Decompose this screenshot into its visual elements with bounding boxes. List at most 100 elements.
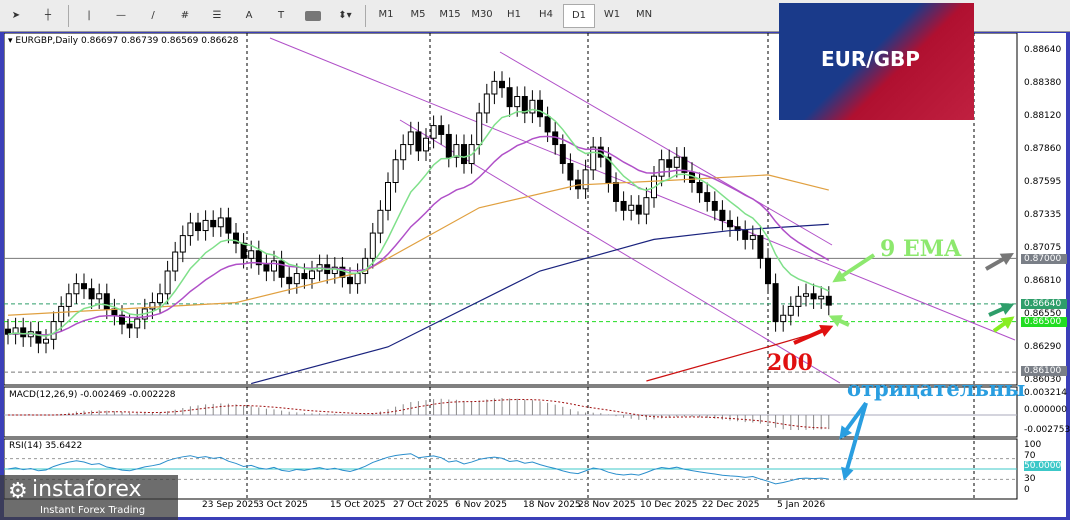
price-tick: 0.87075 (1024, 243, 1062, 253)
price-tick: 0.87860 (1024, 144, 1062, 154)
candle-body (81, 283, 87, 290)
ema21-line (7, 135, 830, 336)
timeframe-w1[interactable]: W1 (597, 4, 627, 26)
price-tag: 0.86640 (1021, 299, 1067, 309)
date-tick: 18 Nov 2025 (523, 500, 581, 510)
timeframe-m15[interactable]: M15 (435, 4, 465, 26)
cursor-icon[interactable]: ➤ (1, 5, 31, 27)
candle-body (407, 131, 414, 146)
symbol: EURGBP,Daily (15, 36, 79, 46)
candle-body (780, 314, 787, 323)
timeframe-d1[interactable]: D1 (563, 3, 595, 28)
candle-body (757, 235, 764, 259)
price-tag: 0.86100 (1021, 366, 1067, 376)
candle-body (430, 125, 437, 139)
candle-body (73, 283, 80, 295)
rsi-tick: 70 (1024, 451, 1036, 461)
candle-body (704, 192, 711, 202)
candle-body (727, 219, 733, 228)
date-tick: 28 Nov 2025 (578, 500, 636, 510)
candle-body (309, 270, 315, 280)
candle-body (544, 116, 551, 133)
timeframe-h4[interactable]: H4 (531, 4, 561, 26)
candle-body (749, 235, 756, 240)
chart-window[interactable]: ▾ EURGBP,Daily 0.86697 0.86739 0.86569 0… (4, 3, 1070, 517)
price-tick: 0.88640 (1024, 45, 1062, 55)
candle-body (354, 273, 361, 285)
candle-body (810, 293, 817, 300)
candle-body (529, 99, 536, 114)
candle-body (377, 209, 384, 234)
arrows-icon[interactable]: ⬍▾ (330, 5, 360, 27)
trendline-icon[interactable]: / (138, 5, 168, 27)
candle-body (559, 144, 566, 165)
candle-body (643, 197, 650, 215)
candle-body (202, 219, 209, 232)
rsi-tick: 50.0000 (1024, 461, 1062, 471)
chart-header: ▾ EURGBP,Daily 0.86697 0.86739 0.86569 0… (8, 36, 239, 46)
text-tool[interactable]: A (234, 5, 264, 27)
candle-body (347, 276, 353, 285)
candle-body (673, 156, 680, 168)
candle-body (590, 146, 597, 171)
rectangle-icon[interactable] (298, 5, 328, 27)
candle-body (567, 163, 574, 181)
timeframe-m30[interactable]: M30 (467, 4, 497, 26)
candle-body (742, 230, 749, 240)
crosshair-icon[interactable]: ┼ (33, 5, 63, 27)
candle-body (635, 204, 642, 215)
candle-body (240, 242, 247, 259)
vertical-line-icon[interactable]: | (74, 5, 104, 27)
ma200-arrow (793, 327, 827, 345)
macd-tick: 0.003214 (1024, 388, 1067, 398)
timeframe-m1[interactable]: M1 (371, 4, 401, 26)
price-tick: 0.86030 (1024, 375, 1062, 385)
candle-body (613, 181, 619, 202)
candle-body (483, 93, 490, 114)
candle-body (134, 318, 141, 329)
candle-body (491, 80, 498, 95)
candle-body (179, 235, 186, 253)
date-tick: 15 Oct 2025 (330, 500, 386, 510)
candle-body (20, 327, 27, 338)
candle-body (689, 171, 695, 183)
candle-body (164, 270, 171, 295)
candle-body (103, 293, 110, 310)
date-tick: 22 Dec 2025 (702, 500, 760, 510)
candle-body (271, 260, 277, 272)
fibonacci-expansion-icon[interactable]: # (170, 5, 200, 27)
candle-body (50, 321, 57, 340)
candle-body (126, 323, 133, 329)
candle-body (803, 293, 809, 297)
candle-body (658, 159, 665, 177)
rsi-tick: 30 (1024, 474, 1036, 484)
candle-body (499, 80, 505, 89)
candle-body (293, 273, 300, 285)
candle-body (248, 250, 255, 259)
candle-body (445, 133, 452, 158)
timeframe-h1[interactable]: H1 (499, 4, 529, 26)
gear-icon: ⚙ (8, 479, 28, 504)
candle-body (795, 295, 802, 307)
horizontal-line-icon[interactable]: — (106, 5, 136, 27)
candle-body (537, 99, 543, 118)
timeframe-mn[interactable]: MN (629, 4, 659, 26)
price-tick: 0.88380 (1024, 78, 1062, 88)
price-tag: 0.86500 (1021, 317, 1067, 327)
rsi-tick: 0 (1024, 485, 1030, 495)
candle-body (187, 222, 194, 237)
candle-body (825, 295, 832, 306)
fibonacci-fan-icon[interactable]: ☰ (202, 5, 232, 27)
rsi-tick: 100 (1024, 440, 1042, 450)
candle-body (369, 232, 376, 259)
candle-body (96, 293, 103, 300)
text-label-icon[interactable]: T (266, 5, 296, 27)
timeframe-m5[interactable]: M5 (403, 4, 433, 26)
candle-body (43, 338, 49, 344)
candle-body (58, 305, 65, 323)
instaforex-logo: instaforex Instant Forex Trading ⚙ (0, 475, 178, 520)
candle-body (423, 137, 429, 152)
candle-body (772, 283, 779, 323)
candle-body (818, 295, 825, 300)
candle-body (263, 264, 270, 272)
